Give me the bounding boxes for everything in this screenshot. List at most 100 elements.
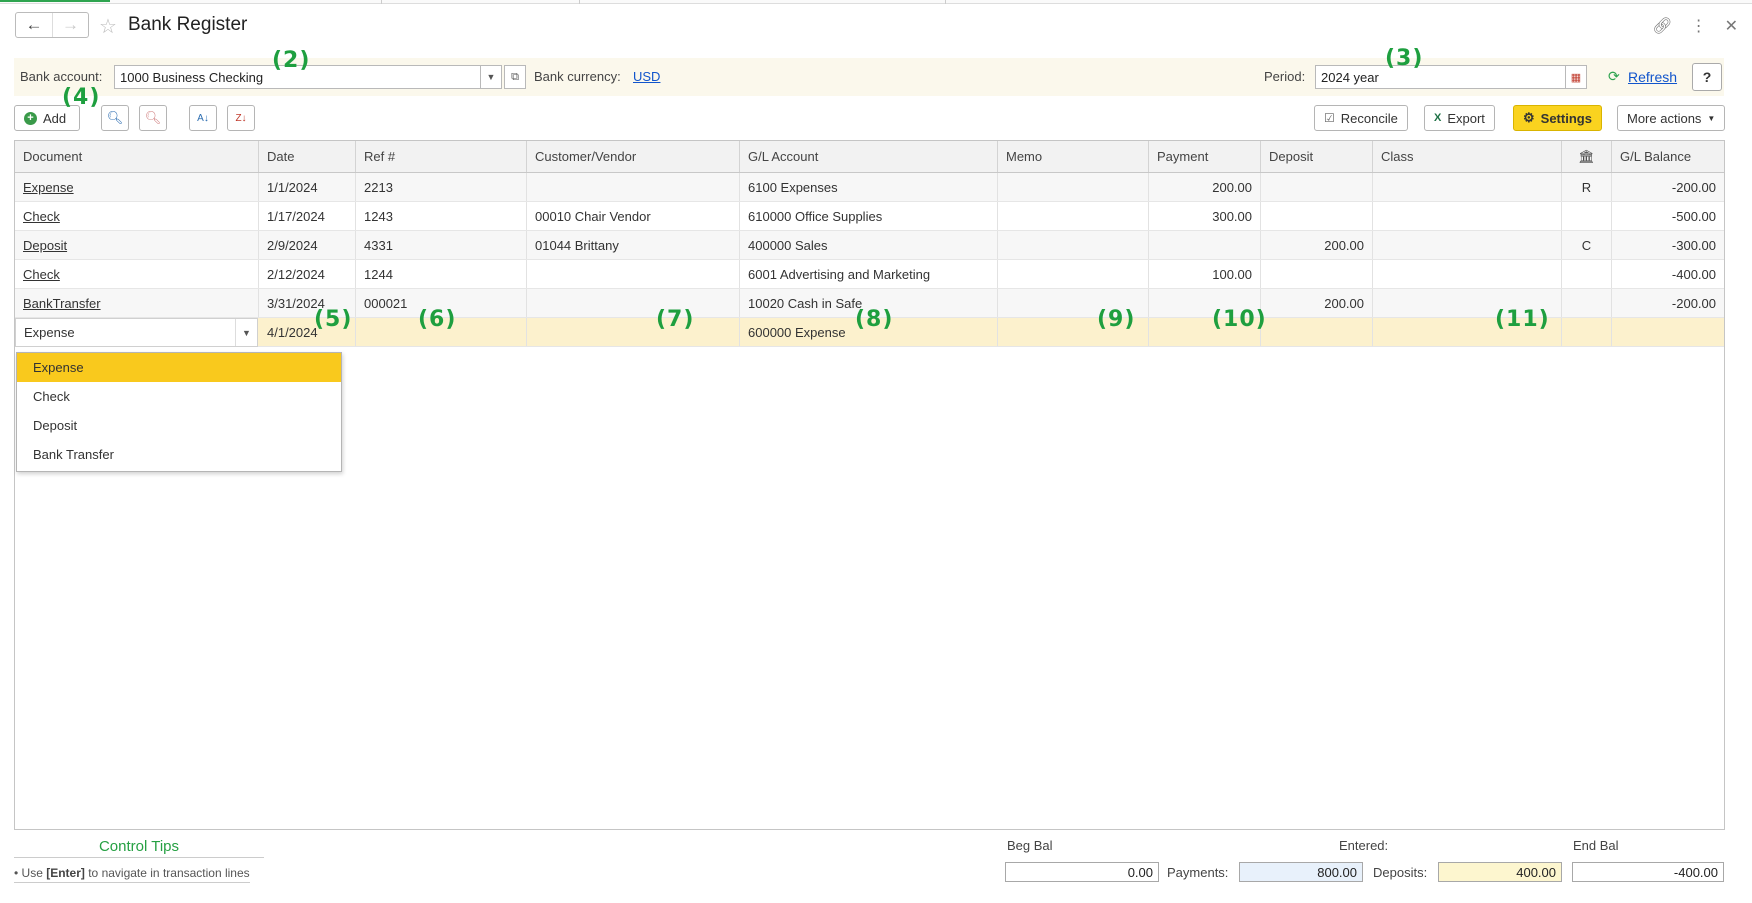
dropdown-option[interactable]: Check [17,382,341,411]
dropdown-option[interactable]: Expense [17,353,341,382]
open-window-icon[interactable]: ⧉ [504,65,526,89]
column-header-ref[interactable]: Ref # [356,141,527,172]
refresh-icon[interactable]: ⟳ [1608,68,1620,85]
link-icon[interactable]: 🔗︎ [1652,16,1672,36]
tab-segment[interactable] [382,0,580,4]
favorite-star-icon[interactable]: ☆ [99,14,117,39]
document-link[interactable]: Check [23,267,60,282]
cell-gl-balance[interactable]: -300.00 [1612,231,1724,259]
cell-class[interactable] [1373,173,1562,201]
table-row[interactable]: Deposit 2/9/2024 4331 01044 Brittany 400000 … [15,231,1724,260]
cell-class[interactable] [1373,231,1562,259]
cell-date[interactable]: 2/9/2024 [259,231,356,259]
close-icon[interactable]: ✕ [1725,16,1738,36]
cell-date[interactable]: 1/1/2024 [259,173,356,201]
cell-deposit[interactable] [1261,173,1373,201]
cell-deposit[interactable] [1261,202,1373,230]
bank-icon[interactable]: 🏛︎ [1562,141,1612,172]
cell-class[interactable] [1373,260,1562,288]
column-header-document[interactable]: Document [15,141,259,172]
back-arrow-icon[interactable]: ← [16,13,52,37]
find-icon[interactable]: 🔍︎ [101,105,129,131]
cell-class[interactable] [1373,202,1562,230]
tab-segment[interactable] [0,0,382,4]
cell-customer-vendor[interactable]: 01044 Brittany [527,231,740,259]
cell-customer-vendor[interactable] [527,173,740,201]
table-row[interactable]: Check 2/12/2024 1244 6001 Advertising and M… [15,260,1724,289]
bank-currency-link[interactable]: USD [633,69,660,84]
cell-customer-vendor[interactable]: 00010 Chair Vendor [527,202,740,230]
table-row[interactable]: Check 1/17/2024 1243 00010 Chair Vendor 6100… [15,202,1724,231]
settings-button[interactable]: ⚙ Settings [1513,105,1602,131]
cell-payment[interactable]: 300.00 [1149,202,1261,230]
sort-ascending-icon[interactable]: A↓ [189,105,217,131]
cell-memo[interactable] [998,260,1149,288]
chevron-down-icon[interactable]: ▼ [480,65,502,89]
cell-ref[interactable]: 1243 [356,202,527,230]
help-button[interactable]: ? [1692,63,1722,91]
clear-find-icon[interactable]: 🔍︎ [139,105,167,131]
cell-gl-account[interactable]: 400000 Sales [740,231,998,259]
cell-gl-account[interactable]: 6001 Advertising and Marketing [740,260,998,288]
cell-gl-balance[interactable]: -500.00 [1612,202,1724,230]
cell-ref[interactable]: 2213 [356,173,527,201]
cell-status[interactable] [1562,289,1612,317]
reconcile-button[interactable]: ☑ Reconcile [1314,105,1408,131]
cell-payment[interactable] [1149,231,1261,259]
calendar-icon[interactable]: ▦ [1565,65,1587,89]
chevron-down-icon[interactable]: ▼ [235,319,257,346]
cell-gl-balance[interactable]: -400.00 [1612,260,1724,288]
cell-deposit[interactable] [1261,260,1373,288]
edit-deposit[interactable] [1261,318,1373,346]
cell-gl-account[interactable]: 610000 Office Supplies [740,202,998,230]
document-link[interactable]: Deposit [23,238,67,253]
cell-payment[interactable]: 200.00 [1149,173,1261,201]
tab-segment[interactable] [580,0,946,4]
cell-status[interactable] [1562,260,1612,288]
column-header-gl-balance[interactable]: G/L Balance [1612,141,1724,172]
column-header-date[interactable]: Date [259,141,356,172]
cell-payment[interactable]: 100.00 [1149,260,1261,288]
edit-customer-vendor[interactable] [527,318,740,346]
cell-gl-balance[interactable]: -200.00 [1612,289,1724,317]
document-type-input[interactable]: Expense ▼ [15,318,258,347]
cell-status[interactable]: C [1562,231,1612,259]
dropdown-option[interactable]: Bank Transfer [17,440,341,469]
export-button[interactable]: X Export [1424,105,1495,131]
cell-customer-vendor[interactable] [527,289,740,317]
beg-bal-field[interactable]: 0.00 [1005,862,1159,882]
dropdown-option[interactable]: Deposit [17,411,341,440]
cell-date[interactable]: 2/12/2024 [259,260,356,288]
end-bal-field[interactable]: -400.00 [1572,862,1724,882]
column-header-deposit[interactable]: Deposit [1261,141,1373,172]
cell-customer-vendor[interactable] [527,260,740,288]
cell-gl-account[interactable]: 6100 Expenses [740,173,998,201]
cell-deposit[interactable]: 200.00 [1261,289,1373,317]
cell-memo[interactable] [998,173,1149,201]
cell-memo[interactable] [998,202,1149,230]
table-row[interactable]: Expense 1/1/2024 2213 6100 Expenses 200.00 R -… [15,173,1724,202]
document-link[interactable]: Check [23,209,60,224]
column-header-class[interactable]: Class [1373,141,1562,172]
cell-ref[interactable]: 4331 [356,231,527,259]
cell-status[interactable] [1562,202,1612,230]
filter-bar: Bank account: 1000 Business Checking ▼ ⧉… [14,58,1724,96]
document-link[interactable]: Expense [23,180,74,195]
more-actions-button[interactable]: More actions ▼ [1617,105,1726,131]
forward-arrow-icon[interactable]: → [51,13,88,37]
cell-ref[interactable]: 1244 [356,260,527,288]
cell-memo[interactable] [998,231,1149,259]
cell-date[interactable]: 1/17/2024 [259,202,356,230]
cell-status[interactable]: R [1562,173,1612,201]
refresh-link[interactable]: Refresh [1628,69,1677,85]
column-header-memo[interactable]: Memo [998,141,1149,172]
cell-gl-balance[interactable]: -200.00 [1612,173,1724,201]
column-header-customer-vendor[interactable]: Customer/Vendor [527,141,740,172]
period-field[interactable]: 2024 year [1315,65,1567,89]
document-link[interactable]: BankTransfer [23,296,101,311]
sort-descending-icon[interactable]: Z↓ [227,105,255,131]
column-header-gl-account[interactable]: G/L Account [740,141,998,172]
column-header-payment[interactable]: Payment [1149,141,1261,172]
cell-deposit[interactable]: 200.00 [1261,231,1373,259]
more-vertical-icon[interactable]: ⋮ [1691,16,1707,36]
